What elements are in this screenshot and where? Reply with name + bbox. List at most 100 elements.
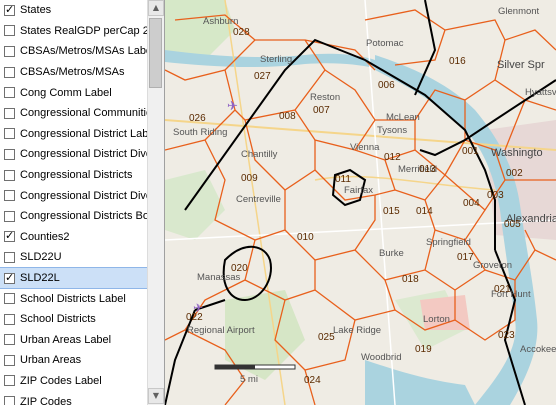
layer-item[interactable]: Cong Comm Label xyxy=(0,82,147,103)
place-label-chantilly: Chantilly xyxy=(241,149,278,160)
layer-item[interactable]: Counties2 xyxy=(0,227,147,248)
district-label: 003 xyxy=(487,190,504,201)
layer-label: CBSAs/Metros/MSAs Labe xyxy=(20,45,147,58)
district-label: 025 xyxy=(318,332,335,343)
place-label-tysons: Tysons xyxy=(377,125,407,136)
place-label-lake-ridge: Lake Ridge xyxy=(333,325,381,336)
place-label-fairfax: Fairfax xyxy=(344,185,373,196)
layer-item[interactable]: States xyxy=(0,0,147,21)
layer-item[interactable]: School Districts xyxy=(0,309,147,330)
layer-item[interactable]: Congressional Communitie xyxy=(0,103,147,124)
layer-label: Congressional Districts xyxy=(20,169,133,182)
layer-label: Congressional District Dive xyxy=(20,189,147,202)
layer-item[interactable]: CBSAs/Metros/MSAs Labe xyxy=(0,41,147,62)
layer-checkbox[interactable] xyxy=(4,107,15,119)
layer-label: Counties2 xyxy=(20,230,70,243)
district-label: 016 xyxy=(449,56,466,67)
layer-item[interactable]: Congressional Districts xyxy=(0,165,147,186)
district-label: 006 xyxy=(378,80,395,91)
place-label-potomac: Potomac xyxy=(366,38,404,49)
district-label: 014 xyxy=(416,206,433,217)
district-label: 015 xyxy=(383,206,400,217)
layer-checkbox[interactable] xyxy=(4,66,15,78)
scroll-thumb[interactable] xyxy=(149,18,162,88)
layer-label: SLD22U xyxy=(20,251,62,264)
layer-item[interactable]: Congressional District Dive xyxy=(0,185,147,206)
layer-item[interactable]: ZIP Codes Label xyxy=(0,371,147,392)
layer-label: Congressional Communitie xyxy=(20,107,147,120)
layer-checkbox[interactable] xyxy=(4,25,15,37)
layer-checkbox[interactable] xyxy=(4,354,15,366)
map-canvas[interactable]: ✈ ✈ AshburnSterlingRestonSouth RidingCha… xyxy=(165,0,556,405)
place-label-sterling: Sterling xyxy=(260,54,292,65)
district-label: 005 xyxy=(504,219,521,230)
layer-label: States xyxy=(20,4,52,17)
layer-checkbox[interactable] xyxy=(4,128,15,140)
layer-item[interactable]: Urban Areas xyxy=(0,350,147,371)
layer-checkbox[interactable] xyxy=(4,87,15,99)
layer-checkbox[interactable] xyxy=(4,396,15,405)
district-label: 018 xyxy=(402,274,419,285)
district-label: 026 xyxy=(189,113,206,124)
layer-checkbox[interactable] xyxy=(4,313,15,325)
place-label-mclean: McLean xyxy=(386,112,420,123)
place-label-glenmont: Glenmont xyxy=(498,6,540,17)
place-label-vienna: Vienna xyxy=(350,142,380,153)
district-label: 012 xyxy=(384,152,401,163)
layer-panel: States States RealGDP perCap 20 CBSAs/Metr… xyxy=(0,0,165,405)
district-label: 009 xyxy=(241,173,258,184)
layer-checkbox[interactable] xyxy=(4,334,15,346)
layer-checkbox[interactable] xyxy=(4,190,15,202)
layer-item[interactable]: States RealGDP perCap 20 xyxy=(0,21,147,42)
layer-checkbox[interactable] xyxy=(4,169,15,181)
layer-list: States States RealGDP perCap 20 CBSAs/Metr… xyxy=(0,0,148,405)
map-view[interactable]: ✈ ✈ Ashburn Sterling Reston South Riding Cha… xyxy=(165,0,556,405)
place-label-regional-airport: Regional Airport xyxy=(187,325,255,336)
layer-checkbox[interactable] xyxy=(4,251,15,263)
layer-checkbox[interactable] xyxy=(4,148,15,160)
layer-item[interactable]: ZIP Codes xyxy=(0,391,147,405)
layer-label: States RealGDP perCap 20 xyxy=(20,24,147,37)
place-label-reston: Reston xyxy=(310,92,340,103)
layer-label: Congressional District Lab xyxy=(20,127,147,140)
district-label: 024 xyxy=(304,375,321,386)
place-label-springfield: Springfield xyxy=(426,237,471,248)
place-label-ashburn: Ashburn xyxy=(203,16,238,27)
place-label-south-riding: South Riding xyxy=(173,127,227,138)
place-label-burke: Burke xyxy=(379,248,404,259)
layer-label: School Districts xyxy=(20,313,96,326)
layer-item[interactable]: Urban Areas Label xyxy=(0,330,147,351)
district-label: 022 xyxy=(186,312,203,323)
layer-item[interactable]: CBSAs/Metros/MSAs xyxy=(0,62,147,83)
district-label: 027 xyxy=(254,71,271,82)
district-label: 017 xyxy=(457,252,474,263)
district-label: 007 xyxy=(313,105,330,116)
district-label: 028 xyxy=(233,27,250,38)
vertical-scrollbar[interactable]: ▲ ▼ xyxy=(147,0,164,405)
layer-label: CBSAs/Metros/MSAs xyxy=(20,66,125,79)
layer-label: Congressional District Dive xyxy=(20,148,147,161)
place-label-silver-spring: Silver Spr xyxy=(497,59,545,71)
layer-item[interactable]: Congressional Districts Bo xyxy=(0,206,147,227)
layer-checkbox[interactable] xyxy=(4,45,15,57)
district-label: 023 xyxy=(498,330,515,341)
layer-item[interactable]: School Districts Label xyxy=(0,288,147,309)
layer-checkbox[interactable] xyxy=(4,293,15,305)
layer-label: Urban Areas xyxy=(20,354,82,367)
airport-icon: ✈ xyxy=(227,99,238,114)
layer-checkbox[interactable] xyxy=(4,229,15,243)
layer-item[interactable]: SLD22L xyxy=(0,266,148,290)
place-label-washington: Washingto xyxy=(491,147,543,159)
district-label: 010 xyxy=(297,232,314,243)
scroll-down-button[interactable]: ▼ xyxy=(148,388,164,404)
layer-checkbox[interactable] xyxy=(4,375,15,387)
place-label-woodbridge: Woodbrid xyxy=(361,352,402,363)
layer-label: ZIP Codes Label xyxy=(20,374,102,387)
layer-item[interactable]: Congressional District Lab xyxy=(0,124,147,145)
scroll-up-button[interactable]: ▲ xyxy=(148,0,164,16)
layer-checkbox[interactable] xyxy=(4,210,15,222)
layer-checkbox[interactable] xyxy=(4,271,15,284)
layer-checkbox[interactable] xyxy=(4,3,15,16)
layer-item[interactable]: SLD22U xyxy=(0,247,147,268)
layer-item[interactable]: Congressional District Dive xyxy=(0,144,147,165)
